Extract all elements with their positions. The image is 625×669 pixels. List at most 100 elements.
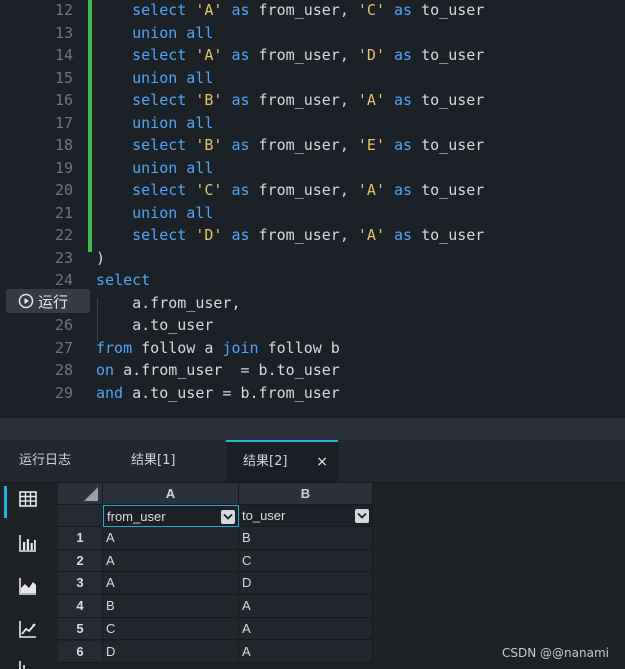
column-header[interactable]: A [103, 483, 239, 505]
code-line[interactable]: 17 union all [0, 112, 625, 134]
keyword-token: as [231, 1, 250, 19]
row-number[interactable]: 6 [58, 640, 103, 664]
code-text: a.to_user [96, 314, 213, 336]
select-all-corner[interactable] [58, 483, 103, 505]
code-line[interactable]: 22 select 'D' as from_user, 'A' as to_us… [0, 224, 625, 246]
string-token: 'A' [195, 1, 223, 19]
table-cell[interactable]: A [103, 549, 239, 573]
tab-run-log[interactable]: 运行日志 [0, 440, 112, 482]
column-filter-select[interactable]: to_user [239, 505, 373, 527]
close-icon[interactable]: × [316, 442, 328, 482]
code-line[interactable]: 23) [0, 247, 625, 269]
line-number: 24 [54, 271, 73, 289]
keyword-token: select [96, 271, 151, 289]
table-cell[interactable]: A [103, 572, 239, 596]
keyword-token: as [394, 1, 413, 19]
line-chart-icon[interactable] [18, 619, 40, 641]
code-token: ) [96, 248, 106, 267]
tab-result-1[interactable]: 结果[1] [112, 440, 226, 482]
line-number: 15 [54, 68, 73, 87]
code-line[interactable]: 19 union all [0, 157, 625, 179]
keyword-token: select [132, 91, 187, 109]
run-button[interactable]: 运行 [6, 289, 90, 313]
code-line[interactable]: 15 union all [0, 67, 625, 89]
table-cell[interactable]: D [103, 640, 239, 664]
table-cell[interactable]: A [239, 640, 373, 664]
code-token: to_user [412, 226, 485, 244]
code-line[interactable]: 28 on a.from_user = b.to_user [0, 359, 625, 381]
table-cell[interactable]: D [239, 572, 373, 596]
code-line[interactable]: 13 union all [0, 22, 625, 44]
row-number[interactable]: 1 [58, 527, 103, 550]
keyword-token: as [231, 136, 250, 154]
column-field-name: to_user [242, 508, 286, 523]
code-line[interactable]: 21 union all [0, 202, 625, 224]
table-cell[interactable]: B [239, 527, 373, 550]
keyword-token: select [132, 226, 187, 244]
table-cell[interactable]: A [103, 527, 239, 550]
table-cell[interactable]: C [103, 617, 239, 641]
code-line[interactable]: 12 select 'A' as from_user, 'C' as to_us… [0, 0, 625, 21]
table-icon[interactable] [18, 489, 40, 511]
code-text: union all [96, 112, 213, 134]
code-token: from_user, [249, 1, 358, 19]
keyword-token: as [394, 226, 413, 244]
code-line[interactable]: 20 select 'C' as from_user, 'A' as to_us… [0, 179, 625, 201]
row-number[interactable]: 5 [58, 617, 103, 641]
keyword-token: on [96, 361, 115, 379]
code-text: union all [96, 22, 213, 44]
table-cell[interactable]: C [239, 549, 373, 573]
tab-result-2[interactable]: 结果[2] × [226, 440, 338, 482]
code-line[interactable]: 27 from follow a join follow b [0, 337, 625, 359]
code-text: select 'A' as from_user, 'C' as to_user [96, 0, 484, 21]
line-number: 27 [54, 338, 73, 357]
row-number[interactable]: 3 [58, 572, 103, 596]
line-number: 21 [54, 203, 73, 222]
keyword-token: union all [132, 158, 214, 177]
string-token: 'B' [195, 136, 223, 154]
column-filter-select[interactable]: from_user [103, 505, 239, 527]
panel-splitter[interactable] [0, 418, 625, 440]
bar-chart-icon[interactable] [18, 533, 40, 555]
code-text: from follow a join follow b [96, 337, 340, 359]
row-number[interactable]: 2 [58, 549, 103, 573]
code-line[interactable]: 16 select 'B' as from_user, 'A' as to_us… [0, 89, 625, 111]
chevron-down-icon[interactable] [355, 509, 369, 523]
keyword-token: join [222, 338, 259, 357]
line-number: 14 [54, 46, 73, 64]
code-line[interactable]: 29 and a.to_user = b.from_user [0, 382, 625, 404]
corner-triangle-icon [84, 487, 98, 501]
code-token: to_user [412, 46, 485, 64]
keyword-token: select [132, 136, 187, 154]
keyword-token: as [231, 226, 250, 244]
column-header[interactable]: B [239, 483, 373, 505]
table-cell[interactable]: A [239, 617, 373, 641]
area-chart-icon[interactable] [18, 576, 40, 598]
code-text: on a.from_user = b.to_user [96, 359, 340, 381]
string-token: 'D' [195, 226, 223, 244]
string-token: 'C' [195, 181, 223, 199]
tab-label: 结果[1] [131, 453, 176, 468]
row-number[interactable]: 4 [58, 595, 103, 618]
code-line[interactable]: 18 select 'B' as from_user, 'E' as to_us… [0, 134, 625, 156]
code-token: follow b [258, 338, 340, 357]
code-line[interactable]: 24 select [0, 269, 625, 291]
table-cell[interactable]: A [239, 595, 373, 618]
code-line[interactable]: 14 select 'A' as from_user, 'D' as to_us… [0, 44, 625, 66]
code-line[interactable]: 25 a.from_user, [0, 292, 625, 314]
code-editor[interactable]: 12 select 'A' as from_user, 'C' as to_us… [0, 0, 625, 418]
code-line[interactable]: 26 a.to_user [0, 314, 625, 336]
chevron-down-icon[interactable] [221, 510, 235, 524]
more-chart-icon[interactable] [18, 661, 40, 669]
table-cell[interactable]: B [103, 595, 239, 618]
